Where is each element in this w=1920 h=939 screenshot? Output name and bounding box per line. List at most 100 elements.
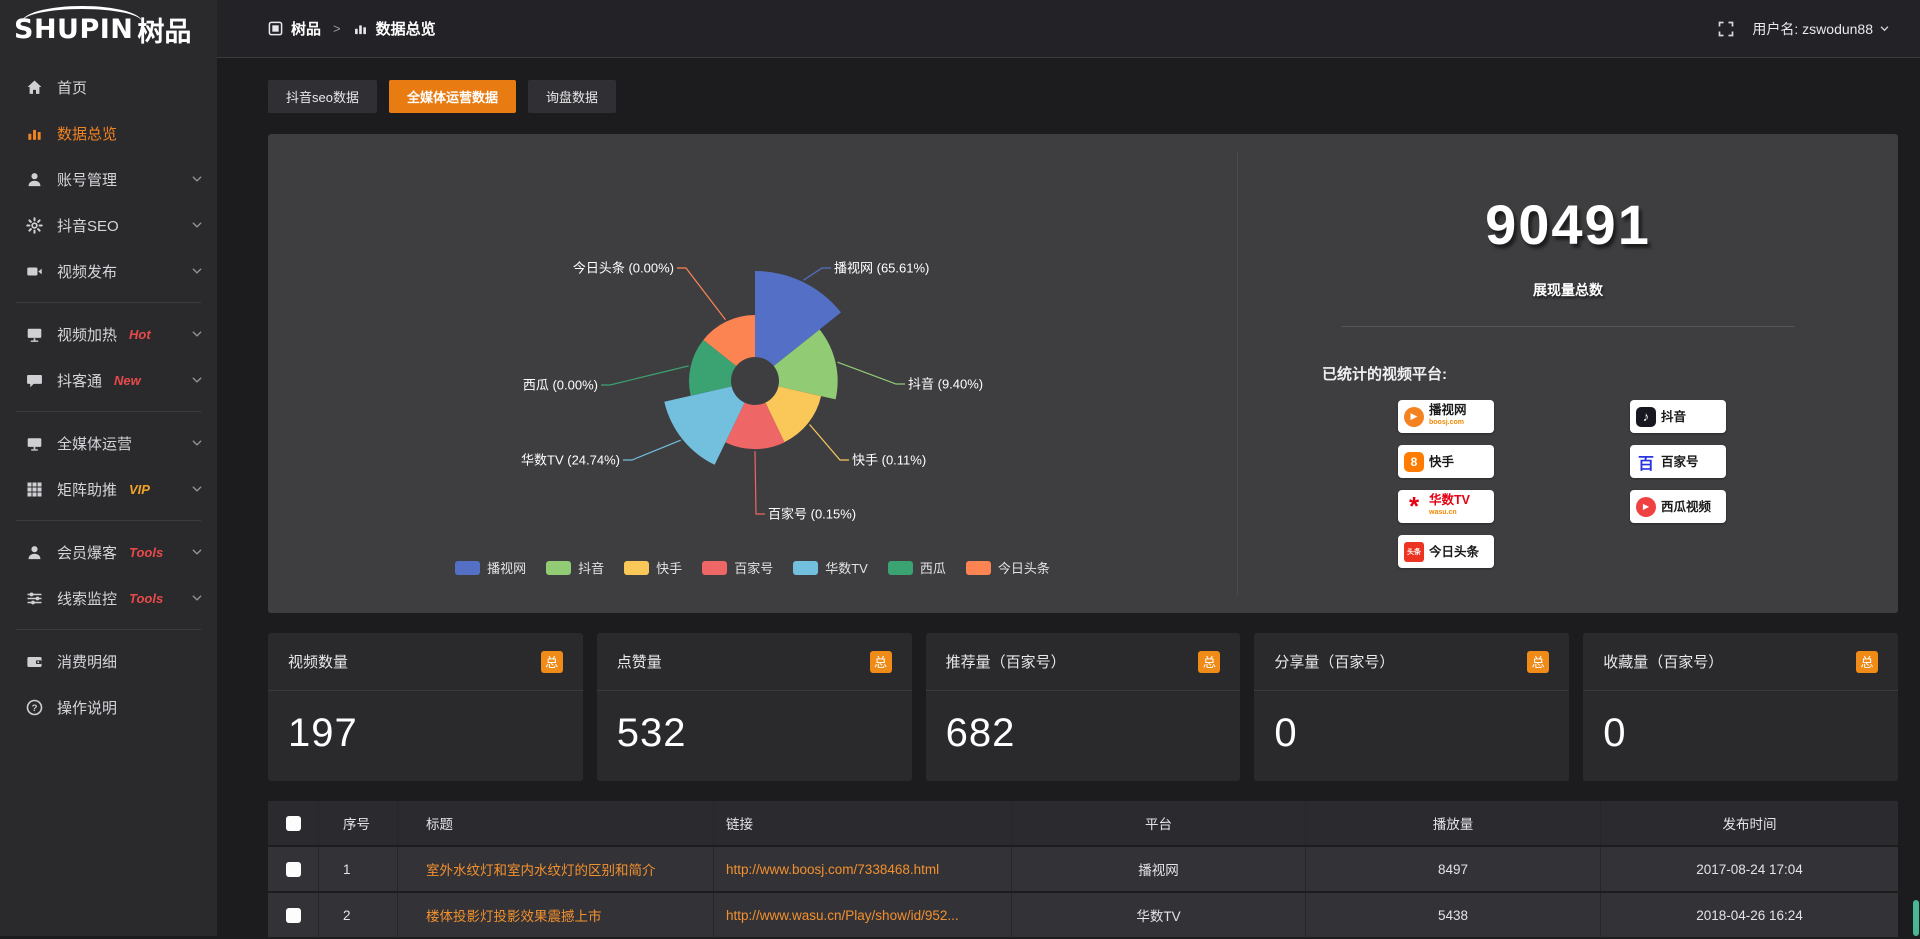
sidebar-item-tag: Tools bbox=[129, 591, 163, 606]
platform-badge-百家号: 百百家号 bbox=[1630, 445, 1726, 478]
legend-item-抖音[interactable]: 抖音 bbox=[546, 558, 604, 577]
pie-label-line bbox=[838, 362, 905, 384]
cell-index: 1 bbox=[319, 847, 398, 891]
sidebar-item-tag: New bbox=[114, 373, 141, 388]
douyin-icon: ♪ bbox=[1636, 407, 1656, 427]
legend-item-华数TV[interactable]: 华数TV bbox=[793, 558, 868, 577]
platform-badge-今日头条: 头条今日头条 bbox=[1398, 535, 1494, 568]
platform-name: 西瓜视频 bbox=[1661, 501, 1711, 513]
pie-label: 快手 (0.11%) bbox=[852, 453, 926, 468]
platform-name: 抖音 bbox=[1661, 411, 1686, 423]
sidebar-item-消费明细[interactable]: 消费明细 bbox=[0, 638, 217, 684]
sidebar-item-线索监控[interactable]: 线索监控 Tools bbox=[0, 575, 217, 621]
sidebar-item-全媒体运营[interactable]: 全媒体运营 bbox=[0, 420, 217, 466]
screen-icon bbox=[26, 326, 43, 343]
total-badge: 总 bbox=[1527, 651, 1549, 673]
legend-item-播视网[interactable]: 播视网 bbox=[455, 558, 526, 577]
chevron-down-icon bbox=[191, 265, 203, 277]
main-content: 抖音seo数据全媒体运营数据询盘数据 播视网 (65.61%)抖音 (9.40%… bbox=[217, 58, 1920, 936]
platform-subtext: wasu.cn bbox=[1429, 507, 1470, 519]
tab-全媒体运营数据[interactable]: 全媒体运营数据 bbox=[389, 80, 516, 113]
rose-chart: 播视网 (65.61%)抖音 (9.40%)快手 (0.11%)百家号 (0.1… bbox=[268, 134, 1237, 613]
sidebar-item-tag: Hot bbox=[129, 327, 151, 342]
video-url-link[interactable]: http://www.wasu.cn/Play/show/id/952... bbox=[726, 908, 959, 923]
table-row: 1 室外水纹灯和室内水纹灯的区别和简介 http://www.boosj.com/7… bbox=[268, 845, 1898, 891]
pie-label-line bbox=[601, 366, 689, 385]
total-badge: 总 bbox=[1856, 651, 1878, 673]
sidebar-item-会员爆客[interactable]: 会员爆客Tools bbox=[0, 529, 217, 575]
chevron-down-icon bbox=[191, 546, 203, 558]
stat-card-点赞量: 点赞量总532 bbox=[597, 633, 912, 781]
chevron-down-icon bbox=[191, 173, 203, 185]
total-badge: 总 bbox=[870, 651, 892, 673]
total-impressions-value: 90491 bbox=[1238, 196, 1898, 254]
video-title-link[interactable]: 室外水纹灯和室内水纹灯的区别和简介 bbox=[426, 859, 656, 879]
sidebar-item-矩阵助推[interactable]: 矩阵助推 VIP bbox=[0, 466, 217, 512]
legend-swatch bbox=[966, 561, 991, 575]
row-checkbox[interactable] bbox=[286, 908, 301, 923]
legend-item-今日头条[interactable]: 今日头条 bbox=[966, 558, 1050, 577]
sidebar-item-数据总览[interactable]: 数据总览 bbox=[0, 110, 217, 156]
cell-index: 2 bbox=[319, 893, 398, 937]
sidebar-item-首页[interactable]: 首页 bbox=[0, 64, 217, 110]
video-url-link[interactable]: http://www.boosj.com/7338468.html bbox=[726, 862, 939, 877]
overview-panel: 播视网 (65.61%)抖音 (9.40%)快手 (0.11%)百家号 (0.1… bbox=[268, 134, 1898, 613]
platform-badges: ▶播视网boosj.com♪抖音8快手百百家号*华数TVwasu.cn▶西瓜视频… bbox=[1398, 400, 1898, 568]
platforms-caption: 已统计的视频平台: bbox=[1322, 363, 1898, 384]
sidebar-item-tag: VIP bbox=[129, 482, 150, 497]
sidebar-item-账号管理[interactable]: 账号管理 bbox=[0, 156, 217, 202]
sidebar-menu: 首页数据总览账号管理抖音SEO视频发布视频加热Hot抖客通New全媒体运营矩阵助… bbox=[0, 58, 217, 730]
username-label: 用户名: zswodun88 bbox=[1752, 19, 1873, 39]
stat-card-收藏量（百家号）: 收藏量（百家号）总0 bbox=[1583, 633, 1898, 781]
stat-card-label: 收藏量（百家号） bbox=[1603, 651, 1723, 672]
legend-item-百家号[interactable]: 百家号 bbox=[702, 558, 773, 577]
tab-询盘数据[interactable]: 询盘数据 bbox=[528, 80, 616, 113]
scrollbar-thumb[interactable] bbox=[1913, 900, 1919, 936]
platform-name: 华数TV bbox=[1429, 494, 1470, 506]
sidebar-item-视频发布[interactable]: 视频发布 bbox=[0, 248, 217, 294]
sidebar-item-操作说明[interactable]: ?操作说明 bbox=[0, 684, 217, 730]
cell-platform: 播视网 bbox=[1012, 847, 1306, 891]
user-menu[interactable]: 用户名: zswodun88 bbox=[1752, 19, 1890, 39]
legend-item-快手[interactable]: 快手 bbox=[624, 558, 682, 577]
pie-label: 百家号 (0.15%) bbox=[768, 507, 856, 522]
sidebar-item-抖音SEO[interactable]: 抖音SEO bbox=[0, 202, 217, 248]
pie-label-line bbox=[810, 425, 849, 460]
fullscreen-icon[interactable] bbox=[1718, 21, 1734, 37]
chevron-down-icon bbox=[191, 219, 203, 231]
breadcrumb-root[interactable]: 树品 bbox=[291, 18, 321, 39]
sidebar-divider bbox=[16, 411, 201, 412]
video-title-link[interactable]: 楼体投影灯投影效果震撼上市 bbox=[426, 905, 602, 925]
sidebar-item-视频加热[interactable]: 视频加热Hot bbox=[0, 311, 217, 357]
chevron-down-icon bbox=[191, 483, 203, 495]
table-row: 2 楼体投影灯投影效果震撼上市 http://www.wasu.cn/Play/sh… bbox=[268, 891, 1898, 937]
tab-抖音seo数据[interactable]: 抖音seo数据 bbox=[268, 80, 377, 113]
sidebar-item-label: 矩阵助推 bbox=[57, 479, 117, 500]
question-icon: ? bbox=[26, 699, 43, 716]
platform-badge-快手: 8快手 bbox=[1398, 445, 1494, 478]
pie-label: 播视网 (65.61%) bbox=[834, 261, 929, 276]
pie-slice-华数TV[interactable] bbox=[664, 386, 744, 464]
app-logo: SHUPIN 树品 bbox=[0, 0, 217, 58]
row-checkbox[interactable] bbox=[286, 862, 301, 877]
total-badge: 总 bbox=[1198, 651, 1220, 673]
sidebar-item-label: 消费明细 bbox=[57, 651, 117, 672]
legend-item-西瓜[interactable]: 西瓜 bbox=[888, 558, 946, 577]
select-all-checkbox[interactable] bbox=[286, 816, 301, 831]
legend-label: 西瓜 bbox=[920, 558, 946, 577]
sidebar-item-label: 线索监控 bbox=[57, 588, 117, 609]
baijiahao-icon: 百 bbox=[1636, 452, 1656, 472]
video-table: 序号标题链接平台播放量发布时间1室外水纹灯和室内水纹灯的区别和简介http://… bbox=[268, 801, 1898, 939]
sidebar-item-label: 视频发布 bbox=[57, 261, 117, 282]
legend-swatch bbox=[793, 561, 818, 575]
top-bar: 树品 > 数据总览 用户名: zswodun88 bbox=[217, 0, 1920, 58]
stat-card-value: 197 bbox=[268, 691, 583, 756]
legend-label: 抖音 bbox=[578, 558, 604, 577]
stat-card-分享量（百家号）: 分享量（百家号）总0 bbox=[1254, 633, 1569, 781]
stat-card-label: 推荐量（百家号） bbox=[946, 651, 1066, 672]
stat-card-value: 532 bbox=[597, 691, 912, 756]
sidebar-item-抖客通[interactable]: 抖客通New bbox=[0, 357, 217, 403]
column-header-序号: 序号 bbox=[319, 801, 398, 845]
video-icon bbox=[26, 263, 43, 280]
sidebar-item-label: 首页 bbox=[57, 77, 87, 98]
